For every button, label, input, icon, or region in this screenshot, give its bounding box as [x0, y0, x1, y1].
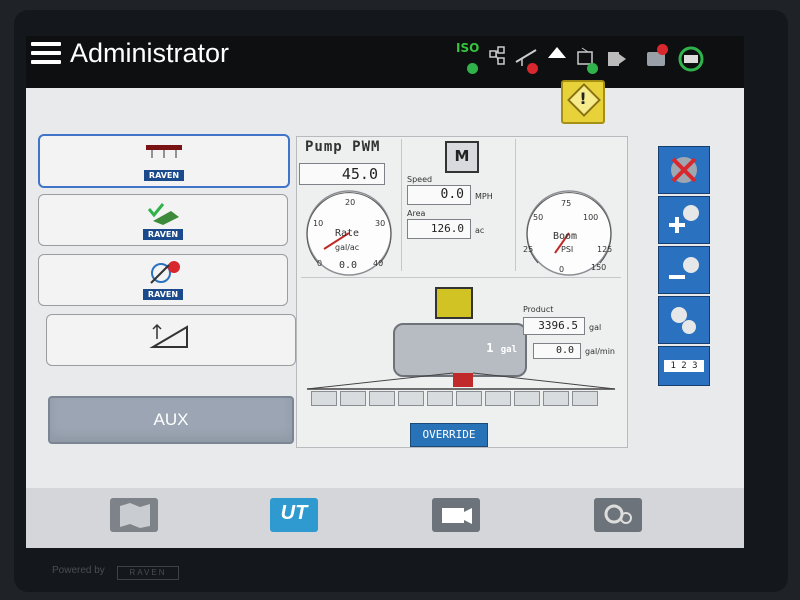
gauge-tick: 25 — [523, 245, 534, 254]
gauge-tick: 20 — [345, 198, 356, 207]
divider — [301, 277, 621, 278]
raven-badge: RAVEN — [143, 289, 183, 300]
boom-section[interactable] — [340, 391, 366, 406]
gps-ok-icon[interactable] — [574, 42, 600, 76]
gauge-tick: 30 — [375, 219, 386, 228]
rate-control-icon[interactable] — [676, 42, 704, 76]
display-screen: Administrator ISO ! RAVEN RAVEN RAVEN AU… — [26, 36, 744, 548]
gauge-tick: 100 — [583, 213, 599, 222]
boom-section[interactable] — [311, 391, 337, 406]
controller-warning-icon[interactable] — [644, 42, 670, 76]
boom-sprayer-icon — [146, 145, 182, 158]
up-arrow-icon[interactable] — [544, 42, 570, 76]
error-icon — [657, 44, 668, 55]
pump-off-button[interactable] — [658, 146, 710, 194]
boom-section[interactable] — [369, 391, 395, 406]
guidance-button[interactable] — [46, 314, 296, 366]
map-button[interactable] — [110, 498, 158, 532]
raven-logo: RAVEN — [117, 566, 179, 580]
iso-ok-icon[interactable]: ISO — [454, 41, 480, 76]
menu-icon[interactable] — [31, 42, 61, 66]
alert-button[interactable]: ! — [561, 80, 605, 124]
boom-section[interactable] — [572, 391, 598, 406]
aux-button[interactable]: AUX — [48, 396, 294, 444]
product-flow-unit: gal/min — [585, 347, 615, 356]
product-label: Product — [523, 305, 554, 314]
gauge-tick: 10 — [313, 219, 324, 228]
boom-section[interactable] — [427, 391, 453, 406]
camera-button[interactable] — [432, 498, 480, 532]
gauge-unit: gal/ac — [335, 243, 360, 252]
sprayer-warning-icon[interactable] — [514, 42, 540, 76]
gauge-tick: 0 — [559, 265, 565, 274]
ut-button[interactable]: UT — [270, 498, 318, 532]
product-flow: 0.0 — [533, 343, 581, 359]
boom-section[interactable] — [398, 391, 424, 406]
gauge-tick: 125 — [597, 245, 613, 254]
gauge-tick: 75 — [561, 199, 572, 208]
page-title: Administrator — [70, 38, 230, 68]
divider — [515, 139, 516, 271]
numpad-label: 1 2 3 — [664, 360, 704, 372]
ecu-icon[interactable] — [604, 42, 630, 76]
override-button[interactable]: OVERRIDE — [410, 423, 488, 447]
raven-badge: RAVEN — [144, 170, 184, 181]
settings-button[interactable] — [594, 498, 642, 532]
top-bar: Administrator ISO — [26, 36, 744, 88]
raven-badge: RAVEN — [143, 229, 183, 240]
gauge-tick: 40 — [373, 259, 384, 268]
speed-unit: MPH — [475, 192, 493, 201]
area-unit: ac — [475, 226, 485, 235]
check-icon — [467, 63, 478, 74]
pump-decrease-button[interactable] — [658, 246, 710, 294]
divider — [401, 139, 402, 271]
pump-increase-button[interactable] — [658, 196, 710, 244]
status-indicator — [435, 287, 473, 319]
settings-gears-button[interactable] — [658, 296, 710, 344]
boom-section[interactable] — [485, 391, 511, 406]
panel-title: Pump PWM — [305, 139, 381, 155]
gauge-tick: 0 — [317, 259, 323, 268]
rate-control-panel: Pump PWM 45.0 0 10 20 30 40 Rate gal/ac … — [296, 136, 628, 448]
boom-section[interactable] — [543, 391, 569, 406]
bottom-bar: UT — [26, 488, 744, 548]
area-value: 126.0 — [407, 219, 471, 239]
product-volume-unit: gal — [589, 323, 602, 332]
tank-volume: 1 gal — [486, 341, 517, 355]
numpad-button[interactable]: 1 2 3 — [658, 346, 710, 386]
speed-value: 0.0 — [407, 185, 471, 205]
error-icon — [527, 63, 538, 74]
boom-section[interactable] — [456, 391, 482, 406]
boom-control-button[interactable]: RAVEN — [38, 134, 290, 188]
pwm-value[interactable]: 45.0 — [299, 163, 385, 185]
product-volume: 3396.5 — [523, 317, 585, 335]
network-icon[interactable] — [484, 42, 510, 76]
area-label: Area — [407, 209, 426, 218]
gauge-tick: 50 — [533, 213, 544, 222]
gauge-unit: PSI — [561, 245, 574, 254]
product-warning-button[interactable]: RAVEN — [38, 254, 288, 306]
speed-label: Speed — [407, 175, 433, 184]
gauge-label: Boom — [553, 231, 578, 242]
boom-section[interactable] — [514, 391, 540, 406]
gauge-tick: 150 — [591, 263, 607, 272]
manual-mode-button[interactable]: M — [445, 141, 479, 173]
gauge-label: Rate — [335, 228, 360, 239]
check-icon — [587, 63, 598, 74]
guidance-icon — [149, 323, 188, 348]
product-error-icon — [150, 261, 180, 284]
powered-by-label: Powered by — [52, 565, 105, 576]
field-check-icon — [147, 203, 179, 225]
gauge-value: 0.0 — [339, 260, 358, 271]
field-map-button[interactable]: RAVEN — [38, 194, 288, 246]
